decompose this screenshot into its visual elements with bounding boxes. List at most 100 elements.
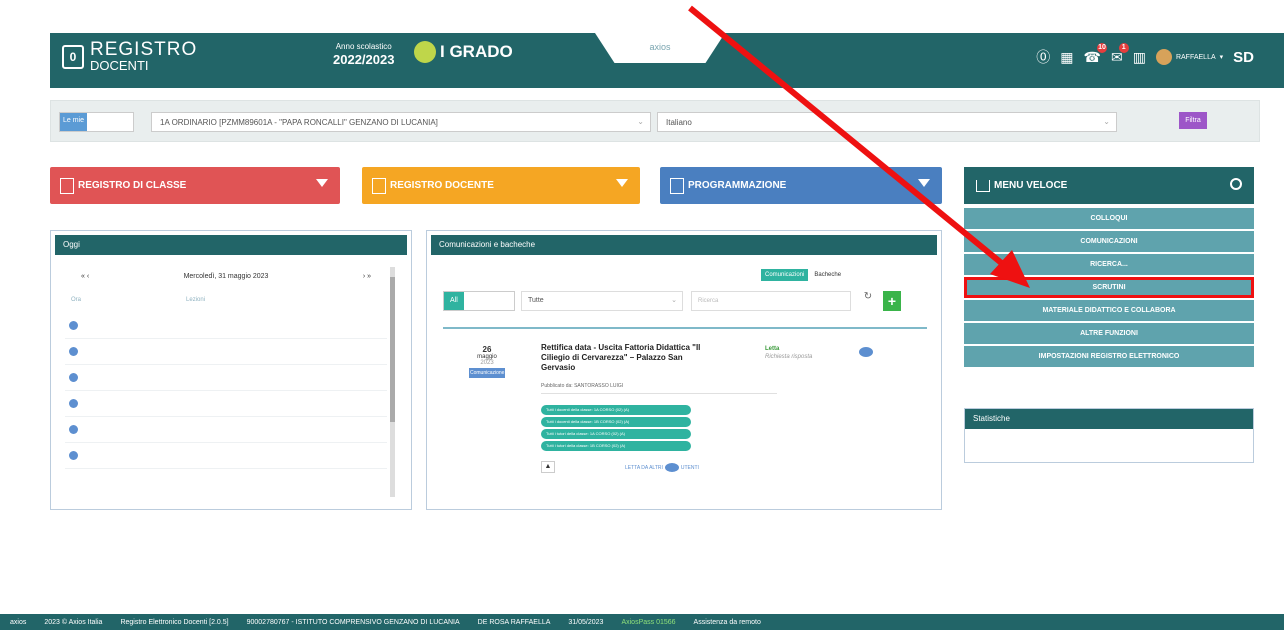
scrollbar-thumb[interactable] (390, 277, 395, 422)
all-filter[interactable]: All (443, 291, 515, 311)
menu-veloce-list: COLLOQUI COMUNICAZIONI RICERCA... SCRUTI… (964, 208, 1254, 369)
subject-select[interactable]: Italiano ⌄ (657, 112, 1117, 132)
plus-circle-icon[interactable] (69, 399, 78, 408)
help-icon[interactable]: ⓪ (1036, 47, 1050, 67)
footer-version: Registro Elettronico Docenti [2.0.5] (120, 618, 229, 626)
message-author: Pubblicato da: SANTORASSO LUIGI (541, 383, 624, 389)
class-select[interactable]: 1A ORDINARIO [PZMM89601A - "PAPA RONCALL… (151, 112, 651, 132)
book-icon (60, 177, 74, 194)
app-logo[interactable]: 0 REGISTRO DOCENTI (62, 39, 198, 72)
refresh-icon[interactable]: ↻ (859, 291, 877, 311)
axios-tab[interactable]: axios (595, 33, 725, 63)
user-initials[interactable]: SD (1233, 49, 1254, 66)
plus-circle-icon[interactable] (69, 347, 78, 356)
registro-docente-button[interactable]: REGISTRO DOCENTE (362, 167, 640, 204)
search-input[interactable]: Ricerca (691, 291, 851, 311)
comment-icon[interactable] (859, 347, 873, 357)
mail-icon[interactable]: ✉ 1 (1111, 42, 1129, 66)
messages-icon[interactable]: ▦ (1060, 49, 1073, 66)
status-footer: axios 2023 © Axios Italia Registro Elett… (0, 614, 1284, 630)
class-select-value: 1A ORDINARIO [PZMM89601A - "PAPA RONCALL… (160, 118, 438, 127)
list-item[interactable] (65, 391, 387, 417)
attachment-icon[interactable]: ▲ (541, 461, 555, 473)
home-icon (976, 179, 990, 192)
plus-circle-icon[interactable] (69, 321, 78, 330)
scrollbar[interactable] (390, 267, 395, 497)
user-menu[interactable]: RAFFAELLA ▾ (1155, 49, 1223, 65)
caret-down-icon (316, 179, 328, 187)
menu-item-comunicazioni[interactable]: COMUNICAZIONI (964, 231, 1254, 252)
list-item[interactable] (65, 313, 387, 339)
my-classes-label: Le mie (60, 113, 88, 131)
menu-item-ricerca[interactable]: RICERCA... (964, 254, 1254, 275)
oggi-columns: Ora Lezioni (71, 297, 205, 303)
menu-veloce-header: MENU VELOCE (964, 167, 1254, 204)
read-by-others[interactable]: LETTA DA ALTRI UTENTI (625, 463, 699, 472)
filter-button[interactable]: Filtra (1179, 112, 1207, 129)
registro-classe-label: REGISTRO DI CLASSE (78, 180, 187, 191)
my-classes-toggle[interactable]: Le mie (59, 112, 134, 132)
menu-item-materiale-didattico[interactable]: MATERIALE DIDATTICO E COLLABORA (964, 300, 1254, 321)
chevron-down-icon: ⌄ (1103, 117, 1110, 126)
chevron-down-icon: ⌄ (671, 297, 677, 304)
caret-down-icon (918, 179, 930, 187)
menu-veloce-title: MENU VELOCE (994, 180, 1068, 191)
recipient-badge: Tutti i docenti della classe: 1B CORSO (… (541, 417, 691, 427)
avatar (1155, 49, 1172, 65)
comm-filter: All Tutte ⌄ Ricerca ↻ + (443, 291, 927, 311)
school-year[interactable]: Anno scolastico 2022/2023 (333, 41, 394, 66)
recipient-badge: Tutti i tutori della classe: 1A CORSO (0… (541, 429, 691, 439)
comunicazioni-title: Comunicazioni e bacheche (431, 235, 937, 255)
type-select[interactable]: Tutte ⌄ (521, 291, 683, 311)
list-item[interactable] (65, 365, 387, 391)
chart-icon (670, 177, 684, 194)
calendar-icon[interactable]: ▥ (1133, 49, 1146, 66)
footer-assistenza[interactable]: Assistenza da remoto (694, 619, 761, 626)
status-read: Letta (765, 346, 780, 352)
message-type-badge: Comunicazione (469, 368, 505, 378)
logo-title: REGISTRO (90, 39, 198, 60)
comm-tabs: Comunicazioni Bacheche (761, 269, 843, 281)
list-item[interactable] (65, 339, 387, 365)
tab-comunicazioni[interactable]: Comunicazioni (761, 269, 809, 281)
read-by-suffix: UTENTI (680, 464, 699, 471)
plus-circle-icon[interactable] (69, 425, 78, 434)
grade-icon (414, 41, 436, 63)
list-item[interactable] (65, 417, 387, 443)
menu-item-scrutini[interactable]: SCRUTINI (964, 277, 1254, 298)
notifications-icon[interactable]: ☎ 10 (1084, 42, 1107, 66)
page: 0 REGISTRO DOCENTI Anno scolastico 2022/… (0, 0, 1284, 630)
registro-classe-button[interactable]: REGISTRO DI CLASSE (50, 167, 340, 204)
column-header-lezioni: Lezioni (186, 297, 206, 303)
oggi-title: Oggi (55, 235, 407, 255)
mail-badge: 1 (1118, 42, 1129, 53)
add-button[interactable]: + (883, 291, 901, 311)
grade-selector[interactable]: I GRADO (414, 41, 513, 63)
next-day-button[interactable]: › » (363, 273, 371, 280)
tab-bacheche[interactable]: Bacheche (812, 269, 843, 281)
footer-pass[interactable]: AxiosPass 01566 (621, 619, 675, 626)
prev-day-button[interactable]: « ‹ (81, 273, 89, 280)
chevron-down-icon: ⌄ (637, 117, 644, 126)
recipient-badge: Tutti i docenti della classe: 1A CORSO (… (541, 405, 691, 415)
divider (443, 327, 927, 329)
gear-icon[interactable] (1230, 178, 1242, 190)
message-status: Letta Richiesta risposta (765, 345, 812, 361)
read-count-badge (664, 463, 679, 472)
menu-item-impostazioni[interactable]: IMPOSTAZIONI REGISTRO ELETTRONICO (964, 346, 1254, 367)
plus-circle-icon[interactable] (69, 373, 78, 382)
programmazione-button[interactable]: PROGRAMMAZIONE (660, 167, 942, 204)
message-day: 26 (482, 345, 492, 354)
header-icons: ⓪ ▦ ☎ 10 ✉ 1 ▥ RAFFAELLA ▾ SD (1036, 42, 1254, 67)
subject-select-value: Italiano (666, 118, 692, 127)
plus-circle-icon[interactable] (69, 451, 78, 460)
all-filter-label: All (444, 292, 464, 310)
school-year-label: Anno scolastico (335, 42, 392, 51)
app-header: 0 REGISTRO DOCENTI Anno scolastico 2022/… (50, 33, 1284, 88)
message-title[interactable]: Rettifica data - Uscita Fattoria Didatti… (541, 343, 701, 373)
lessons-list (65, 313, 387, 469)
list-item[interactable] (65, 443, 387, 469)
date-navigator: « ‹ Mercoledì, 31 maggio 2023 › » (81, 273, 371, 280)
menu-item-altre-funzioni[interactable]: ALTRE FUNZIONI (964, 323, 1254, 344)
menu-item-colloqui[interactable]: COLLOQUI (964, 208, 1254, 229)
